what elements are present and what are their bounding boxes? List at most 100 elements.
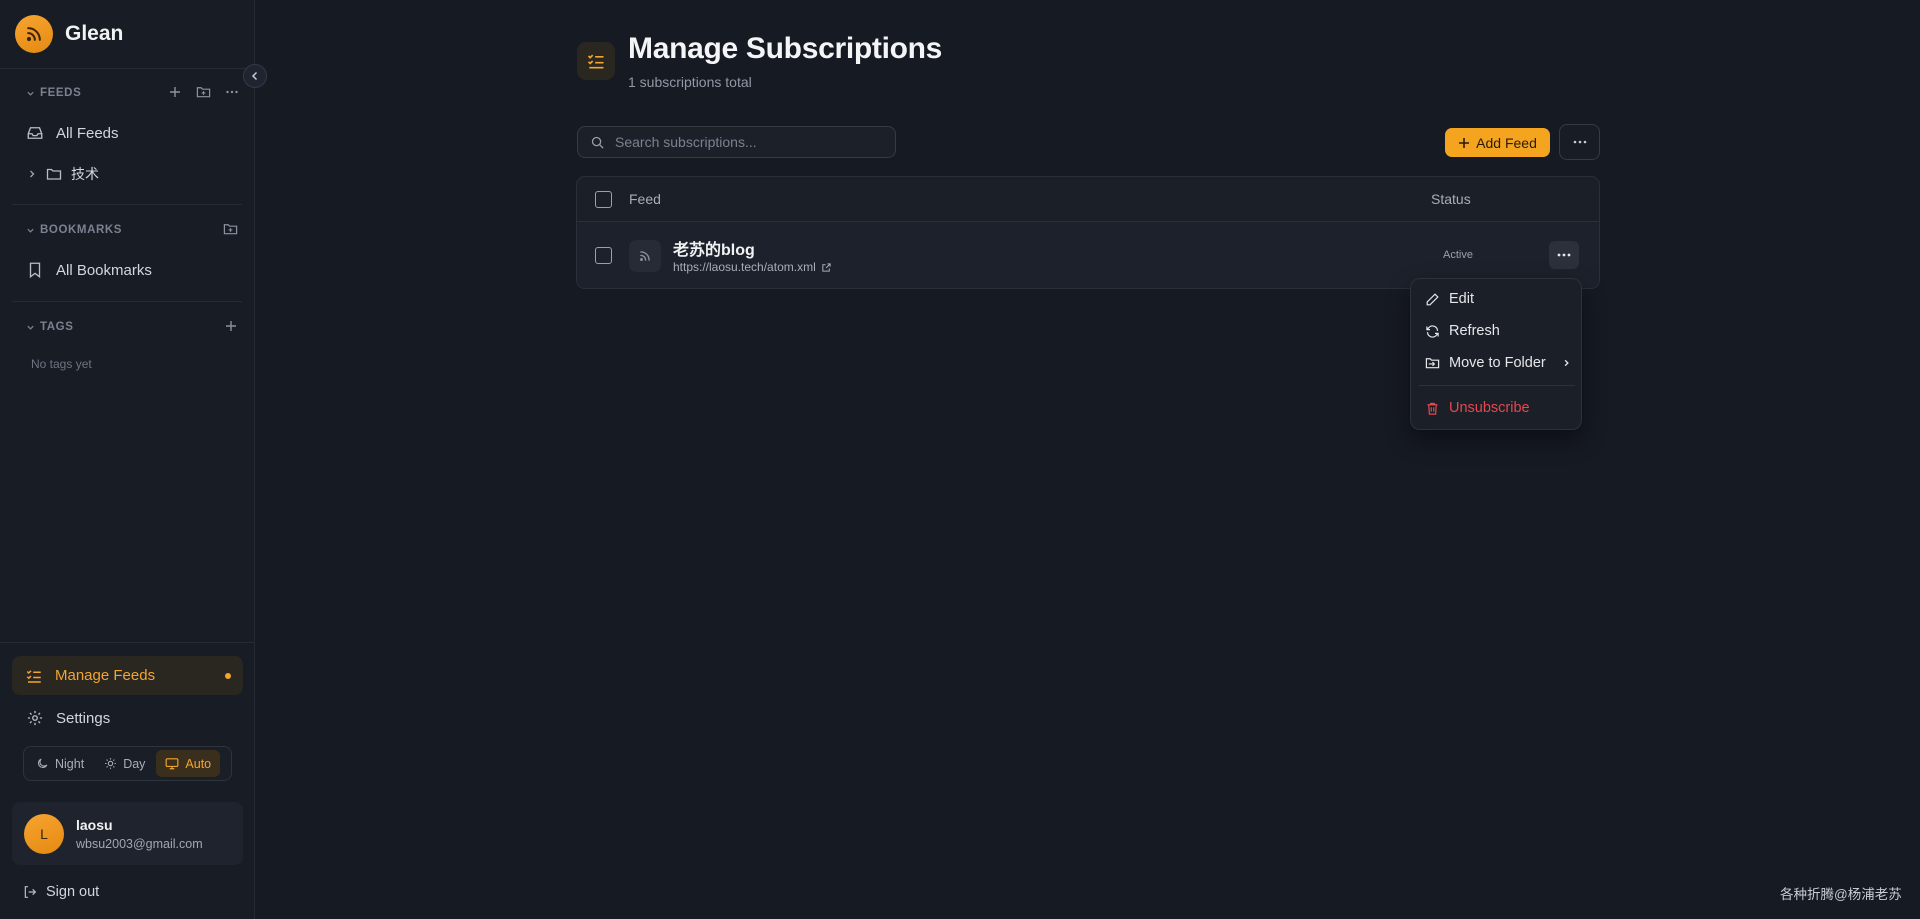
avatar: L — [24, 813, 64, 854]
menu-item-label: Move to Folder — [1449, 355, 1546, 371]
log-out-icon — [24, 886, 37, 898]
row-actions-menu: Edit Refresh Move to Folder Unsubscribe — [1410, 278, 1582, 430]
rss-logo-icon — [15, 15, 53, 53]
rss-icon — [629, 240, 661, 272]
sidebar-item-settings[interactable]: Settings — [26, 706, 110, 730]
menu-item-edit[interactable]: Edit — [1425, 288, 1474, 310]
menu-item-refresh[interactable]: Refresh — [1425, 320, 1500, 342]
add-feed-icon[interactable] — [168, 85, 182, 99]
row-actions-button[interactable] — [1549, 241, 1579, 269]
collapse-sidebar-button[interactable] — [243, 64, 267, 88]
theme-option-day[interactable]: Day — [95, 750, 154, 777]
divider — [12, 301, 242, 302]
feeds-section-toggle[interactable]: FEEDS — [26, 85, 81, 101]
bookmarks-actions — [223, 222, 238, 236]
feed-url: https://laosu.tech/atom.xml — [673, 260, 816, 274]
chevron-left-icon — [251, 71, 258, 81]
divider — [0, 642, 254, 643]
new-folder-icon[interactable] — [196, 85, 211, 99]
bookmarks-header: BOOKMARKS — [40, 224, 123, 236]
sidebar-item-manage-feeds[interactable]: Manage Feeds — [12, 656, 243, 695]
active-indicator-dot — [225, 673, 231, 679]
menu-item-label: Refresh — [1449, 323, 1500, 339]
divider — [0, 68, 254, 69]
tags-empty-text: No tags yet — [31, 357, 92, 371]
folder-input-icon — [1425, 358, 1440, 369]
theme-option-label: Auto — [185, 756, 212, 771]
select-all-checkbox[interactable] — [595, 191, 612, 208]
more-options-button[interactable] — [1559, 124, 1600, 160]
feeds-header: FEEDS — [40, 87, 82, 99]
add-tag-icon[interactable] — [224, 319, 238, 333]
more-horizontal-icon — [1557, 253, 1571, 257]
user-card[interactable]: L laosu wbsu2003@gmail.com — [12, 802, 243, 865]
user-info: laosu wbsu2003@gmail.com — [76, 817, 203, 851]
theme-switch: Night Day Auto — [23, 746, 232, 781]
trash-icon — [1427, 402, 1438, 415]
sidebar: Glean FEEDS All Feeds 技术 BOOKMARKS All B… — [0, 0, 255, 919]
add-feed-label: Add Feed — [1476, 134, 1537, 151]
tags-actions — [224, 319, 238, 333]
page-title: Manage Subscriptions — [628, 32, 943, 65]
chevron-down-icon — [27, 228, 34, 233]
app-name: Glean — [65, 22, 124, 45]
tags-header: TAGS — [40, 321, 74, 333]
menu-item-move-to-folder[interactable]: Move to Folder — [1425, 352, 1571, 374]
row-checkbox[interactable] — [595, 247, 612, 264]
table-header: Feed Status — [577, 177, 1599, 222]
new-folder-icon[interactable] — [223, 222, 238, 236]
external-link-icon — [822, 262, 831, 272]
sidebar-item-label: All Feeds — [56, 124, 119, 142]
subscription-count: 1 subscriptions total — [628, 74, 752, 90]
monitor-icon — [166, 758, 179, 770]
column-header-feed: Feed — [629, 191, 661, 207]
bookmarks-section-toggle[interactable]: BOOKMARKS — [26, 222, 122, 238]
list-checks-icon — [577, 42, 615, 80]
add-feed-button[interactable]: Add Feed — [1445, 128, 1550, 157]
moon-icon — [37, 758, 48, 769]
status-badge: Active — [1443, 249, 1473, 261]
user-name: laosu — [76, 816, 113, 833]
sidebar-folder-tech[interactable]: 技术 — [27, 162, 99, 186]
gear-icon — [27, 710, 43, 726]
menu-item-unsubscribe[interactable]: Unsubscribe — [1425, 397, 1530, 419]
chevron-down-icon — [27, 325, 34, 330]
pencil-icon — [1426, 292, 1439, 305]
watermark-text: 各种折腾@杨浦老苏 — [1780, 887, 1902, 902]
brand[interactable]: Glean — [15, 15, 123, 53]
chevron-down-icon — [27, 91, 34, 96]
settings-label: Settings — [56, 709, 111, 727]
more-horizontal-icon[interactable] — [225, 85, 239, 99]
menu-item-label: Unsubscribe — [1449, 400, 1530, 416]
bookmark-icon — [29, 262, 41, 279]
feeds-actions — [168, 85, 239, 99]
menu-divider — [1419, 385, 1575, 386]
list-checks-icon — [26, 669, 41, 683]
sidebar-item-all-bookmarks[interactable]: All Bookmarks — [26, 258, 152, 282]
tags-section-toggle[interactable]: TAGS — [26, 319, 74, 335]
sign-out-button[interactable]: Sign out — [22, 880, 99, 904]
search-box — [577, 126, 896, 158]
chevron-right-icon — [1564, 359, 1569, 367]
theme-option-auto[interactable]: Auto — [156, 750, 221, 777]
theme-option-label: Day — [123, 756, 146, 771]
refresh-icon — [1426, 324, 1439, 338]
manage-feeds-label: Manage Feeds — [55, 667, 156, 684]
theme-option-label: Night — [55, 756, 85, 771]
feed-url-link[interactable]: https://laosu.tech/atom.xml — [673, 260, 832, 274]
folder-icon — [46, 168, 62, 180]
sidebar-item-all-feeds[interactable]: All Feeds — [26, 121, 119, 145]
user-email: wbsu2003@gmail.com — [76, 836, 203, 851]
sun-icon — [105, 758, 117, 769]
theme-option-night[interactable]: Night — [27, 750, 93, 777]
search-input[interactable] — [615, 134, 875, 150]
more-horizontal-icon — [1573, 140, 1586, 144]
sidebar-item-label: 技术 — [71, 166, 99, 182]
menu-item-label: Edit — [1449, 291, 1474, 307]
sidebar-item-label: All Bookmarks — [56, 261, 152, 279]
subscriptions-table: Feed Status 老苏的blog https://laosu.tech/a… — [576, 176, 1600, 289]
inbox-icon — [27, 127, 43, 139]
plus-icon — [1459, 137, 1470, 148]
sign-out-label: Sign out — [46, 884, 100, 900]
chevron-right-icon — [30, 170, 35, 178]
